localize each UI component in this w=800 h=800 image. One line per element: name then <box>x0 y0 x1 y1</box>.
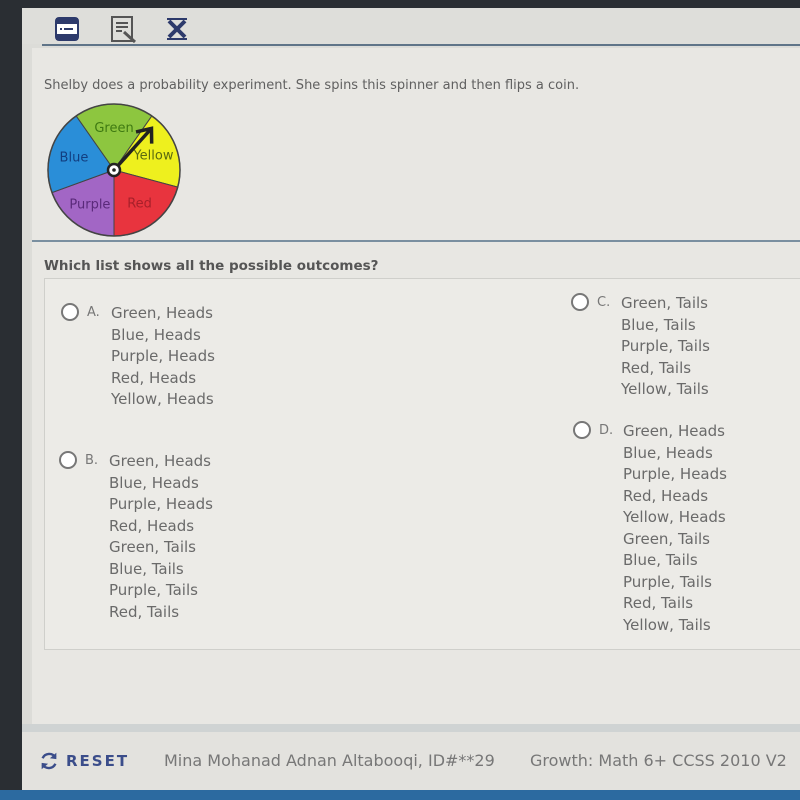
option-letter: A. <box>87 305 100 320</box>
outcome-item: Green, Tails <box>623 529 710 548</box>
outcome-item: Yellow, Heads <box>623 508 726 526</box>
spinner-label: Yellow <box>132 149 173 164</box>
answer-eliminator-icon[interactable] <box>162 14 192 44</box>
outcome-item: Green, Heads <box>109 452 211 470</box>
test-name: Growth: Math 6+ CCSS 2010 V2 <box>530 751 787 770</box>
outcome-item: Red, Tails <box>623 594 694 612</box>
outcome-item: Red, Tails <box>109 602 180 621</box>
question-prompt: Shelby does a probability experiment. Sh… <box>44 78 580 93</box>
outcome-item: Purple, Heads <box>111 347 215 365</box>
outcome-item: Purple, Heads <box>109 495 213 513</box>
toolbar-divider <box>42 44 800 46</box>
outcome-item: Purple, Heads <box>623 465 727 483</box>
reset-label: RESET <box>66 752 130 770</box>
outcome-item: Yellow, Tails <box>623 615 711 634</box>
outcome-item: Blue, Heads <box>109 473 199 492</box>
outcome-item: Blue, Tails <box>621 315 696 334</box>
section-divider <box>32 240 800 242</box>
spinner-label: Green <box>94 121 133 136</box>
outcome-item: Blue, Tails <box>623 551 698 569</box>
taskbar-edge <box>0 790 800 800</box>
footer-separator <box>22 724 800 732</box>
answer-choices: A. Green, Heads Blue, Heads Purple, Heads R… <box>44 278 800 650</box>
outcome-item: Green, Heads <box>623 422 725 440</box>
outcome-item: Green, Heads <box>111 304 213 322</box>
option-c-radio[interactable] <box>571 293 589 311</box>
outcome-item: Red, Tails <box>621 358 692 377</box>
outcome-item: Red, Heads <box>111 368 197 387</box>
line-reader-icon[interactable] <box>52 14 82 44</box>
spinner-label: Red <box>127 196 152 211</box>
notepad-icon[interactable] <box>108 14 138 44</box>
spinner-label: Purple <box>69 197 110 212</box>
outcome-item: Purple, Tails <box>621 337 710 355</box>
student-name: Mina Mohanad Adnan Altabooqi, ID#**29 <box>164 751 495 770</box>
outcome-item: Red, Heads <box>109 516 195 535</box>
option-a-outcomes: Green, Heads Blue, Heads Purple, Heads Red,… <box>111 303 215 411</box>
question-area: Shelby does a probability experiment. Sh… <box>32 48 800 724</box>
outcome-item: Yellow, Tails <box>621 380 709 398</box>
refresh-icon <box>41 752 57 770</box>
outcome-item: Blue, Tails <box>109 559 184 578</box>
toolbar <box>22 8 800 44</box>
test-screen: Shelby does a probability experiment. Sh… <box>22 8 800 790</box>
outcome-item: Purple, Tails <box>109 581 198 599</box>
option-b-radio[interactable] <box>59 451 77 469</box>
outcome-item: Yellow, Heads <box>111 390 214 408</box>
option-letter: B. <box>85 453 99 468</box>
reset-button[interactable]: RESET <box>38 750 129 772</box>
option-c-outcomes: Green, Tails Blue, Tails Purple, Tails Red,… <box>621 293 710 401</box>
outcome-item: Green, Tails <box>109 538 196 556</box>
outcome-item: Green, Tails <box>621 294 708 312</box>
option-b-outcomes: Green, Heads Blue, Heads Purple, Heads Red,… <box>109 451 213 623</box>
outcome-item: Blue, Heads <box>111 325 201 344</box>
spinner-image: Green Yellow Red Purple Blue <box>47 103 181 237</box>
outcome-item: Red, Heads <box>623 486 709 505</box>
option-letter: D. <box>599 423 614 438</box>
outcome-item: Purple, Tails <box>623 572 712 591</box>
question-stem: Which list shows all the possible outcom… <box>44 258 379 274</box>
spinner-hub-dot <box>112 168 116 172</box>
option-d-outcomes: Green, Heads Blue, Heads Purple, Heads Red,… <box>623 421 727 636</box>
option-a-radio[interactable] <box>61 303 79 321</box>
spinner-label: Blue <box>60 150 89 165</box>
option-d-radio[interactable] <box>573 421 591 439</box>
option-letter: C. <box>597 295 611 310</box>
footer: RESET Mina Mohanad Adnan Altabooqi, ID#*… <box>22 732 800 790</box>
outcome-item: Blue, Heads <box>623 443 713 462</box>
